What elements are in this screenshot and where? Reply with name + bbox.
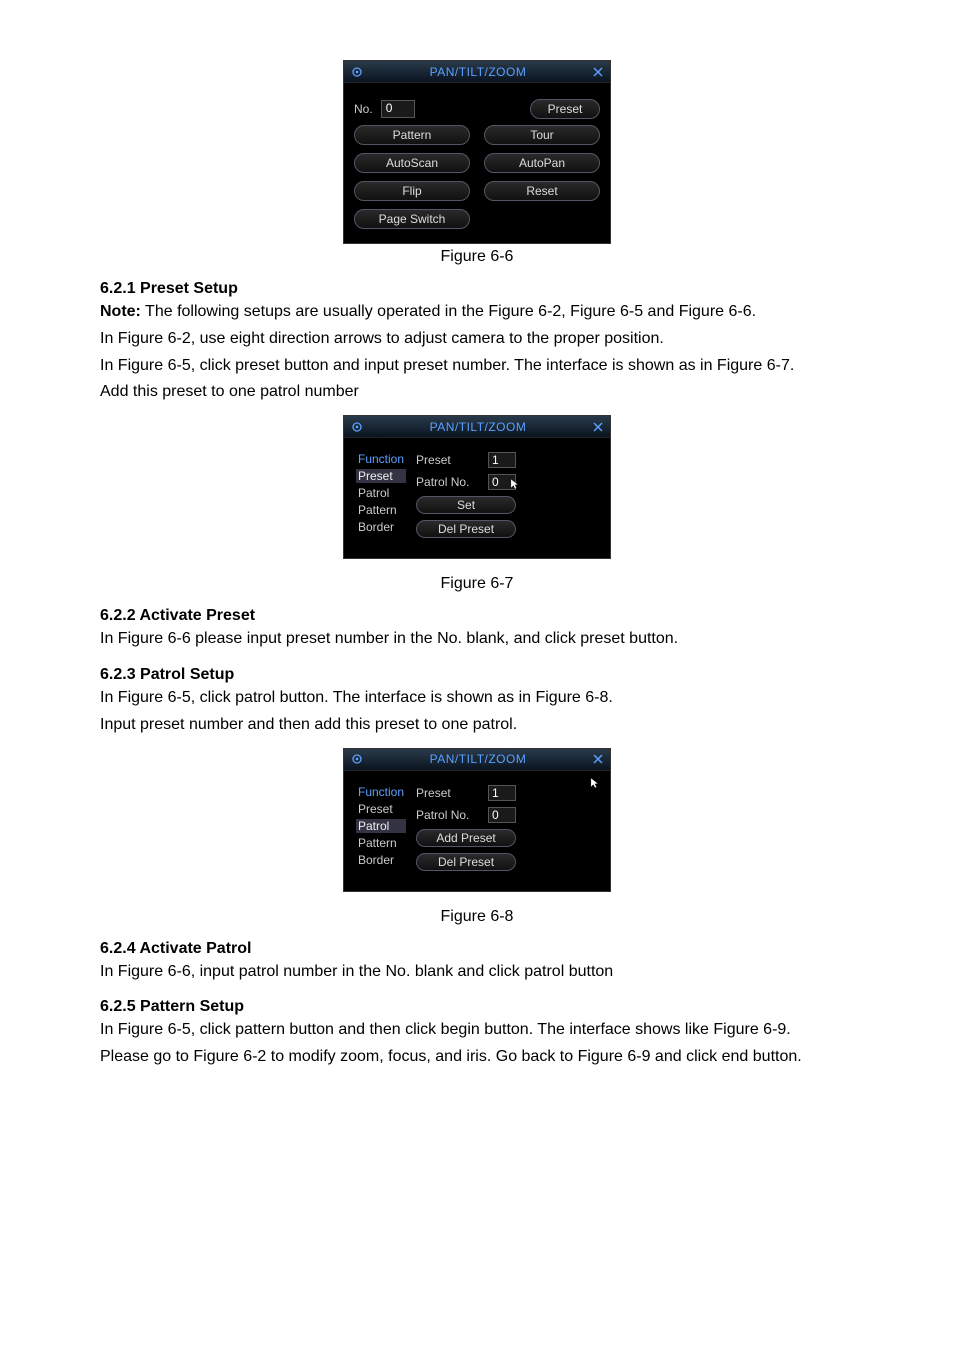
preset-input-67[interactable]: 1 — [488, 452, 516, 468]
figure-6-6-container: PAN/TILT/ZOOM No. 0 Preset Pattern Tour … — [100, 60, 854, 266]
para-6-2-4-a: In Figure 6-6, input patrol number in th… — [100, 960, 854, 985]
ptz-panel-6-8: PAN/TILT/ZOOM Function Preset Patrol Pat… — [343, 748, 611, 892]
heading-6-2-1: 6.2.1 Preset Setup — [100, 280, 854, 298]
func-item-patrol[interactable]: Patrol — [356, 486, 406, 500]
patrolno-label-67: Patrol No. — [416, 475, 480, 489]
preset-button[interactable]: Preset — [530, 99, 600, 119]
camera-icon-68 — [348, 751, 366, 767]
patrolno-label-68: Patrol No. — [416, 808, 480, 822]
figure-6-7-container: PAN/TILT/ZOOM Function Preset Patrol Pat… — [100, 415, 854, 593]
right-column-67: Preset 1 Patrol No. 0 Set Del Preset — [416, 452, 516, 538]
para-6-2-1-d: Add this preset to one patrol number — [100, 380, 854, 405]
para-6-2-5-a: In Figure 6-5, click pattern button and … — [100, 1018, 854, 1043]
func-item-preset-68[interactable]: Preset — [356, 802, 406, 816]
panel-title-bar-68: PAN/TILT/ZOOM — [344, 749, 610, 771]
para-6-2-1-b: In Figure 6-2, use eight direction arrow… — [100, 327, 854, 352]
func-item-border[interactable]: Border — [356, 520, 406, 534]
tour-button[interactable]: Tour — [484, 125, 600, 145]
panel-body-68: Function Preset Patrol Pattern Border Pr… — [344, 771, 610, 891]
right-column-68: Preset 1 Patrol No. 0 Add Preset Del Pre… — [416, 785, 516, 871]
figure-6-8-container: PAN/TILT/ZOOM Function Preset Patrol Pat… — [100, 748, 854, 926]
patrolno-input-67[interactable]: 0 — [488, 474, 516, 490]
func-item-pattern[interactable]: Pattern — [356, 503, 406, 517]
panel-title-text-68: PAN/TILT/ZOOM — [366, 752, 590, 766]
para-6-2-5-b: Please go to Figure 6-2 to modify zoom, … — [100, 1045, 854, 1070]
heading-6-2-4: 6.2.4 Activate Patrol — [100, 940, 854, 958]
func-item-function: Function — [356, 452, 406, 466]
camera-icon — [348, 64, 366, 80]
figure-caption-6-8: Figure 6-8 — [100, 908, 854, 926]
no-input[interactable]: 0 — [381, 100, 415, 118]
ptz-panel-6-6: PAN/TILT/ZOOM No. 0 Preset Pattern Tour … — [343, 60, 611, 244]
pattern-button[interactable]: Pattern — [354, 125, 470, 145]
figure-caption-6-7: Figure 6-7 — [100, 575, 854, 593]
func-item-border-68[interactable]: Border — [356, 853, 406, 867]
autoscan-button[interactable]: AutoScan — [354, 153, 470, 173]
panel-title-text: PAN/TILT/ZOOM — [366, 65, 590, 79]
cursor-icon-68 — [590, 777, 600, 789]
heading-6-2-3: 6.2.3 Patrol Setup — [100, 666, 854, 684]
del-preset-button-67[interactable]: Del Preset — [416, 520, 516, 538]
ptz-panel-6-7: PAN/TILT/ZOOM Function Preset Patrol Pat… — [343, 415, 611, 559]
func-item-patrol-68[interactable]: Patrol — [356, 819, 406, 833]
note-label: Note: — [100, 303, 141, 320]
close-icon-68[interactable] — [590, 751, 606, 767]
figure-caption-6-6: Figure 6-6 — [100, 248, 854, 266]
close-icon-67[interactable] — [590, 419, 606, 435]
para-6-2-3-a: In Figure 6-5, click patrol button. The … — [100, 686, 854, 711]
panel-title-bar-67: PAN/TILT/ZOOM — [344, 416, 610, 438]
set-button-67[interactable]: Set — [416, 496, 516, 514]
panel-title-bar: PAN/TILT/ZOOM — [344, 61, 610, 83]
close-icon[interactable] — [590, 64, 606, 80]
para-6-2-2-a: In Figure 6-6 please input preset number… — [100, 627, 854, 652]
para-6-2-1-note: Note: The following setups are usually o… — [100, 300, 854, 325]
camera-icon — [348, 419, 366, 435]
flip-button[interactable]: Flip — [354, 181, 470, 201]
panel-body: No. 0 Preset Pattern Tour AutoScan AutoP… — [344, 83, 610, 243]
heading-6-2-2: 6.2.2 Activate Preset — [100, 607, 854, 625]
panel-title-text-67: PAN/TILT/ZOOM — [366, 420, 590, 434]
del-preset-button-68[interactable]: Del Preset — [416, 853, 516, 871]
add-preset-button-68[interactable]: Add Preset — [416, 829, 516, 847]
para-6-2-3-b: Input preset number and then add this pr… — [100, 713, 854, 738]
patrolno-input-68[interactable]: 0 — [488, 807, 516, 823]
func-item-preset[interactable]: Preset — [356, 469, 406, 483]
page-switch-button[interactable]: Page Switch — [354, 209, 470, 229]
preset-label-67: Preset — [416, 453, 480, 467]
func-item-pattern-68[interactable]: Pattern — [356, 836, 406, 850]
para-6-2-1-c: In Figure 6-5, click preset button and i… — [100, 354, 854, 379]
function-list-67[interactable]: Function Preset Patrol Pattern Border — [356, 452, 406, 538]
preset-input-68[interactable]: 1 — [488, 785, 516, 801]
no-label: No. — [354, 102, 373, 116]
func-item-function-68: Function — [356, 785, 406, 799]
reset-button[interactable]: Reset — [484, 181, 600, 201]
panel-body-67: Function Preset Patrol Pattern Border Pr… — [344, 438, 610, 558]
heading-6-2-5: 6.2.5 Pattern Setup — [100, 998, 854, 1016]
autopan-button[interactable]: AutoPan — [484, 153, 600, 173]
preset-label-68: Preset — [416, 786, 480, 800]
para-6-2-1-a: The following setups are usually operate… — [141, 303, 756, 320]
function-list-68[interactable]: Function Preset Patrol Pattern Border — [356, 785, 406, 871]
